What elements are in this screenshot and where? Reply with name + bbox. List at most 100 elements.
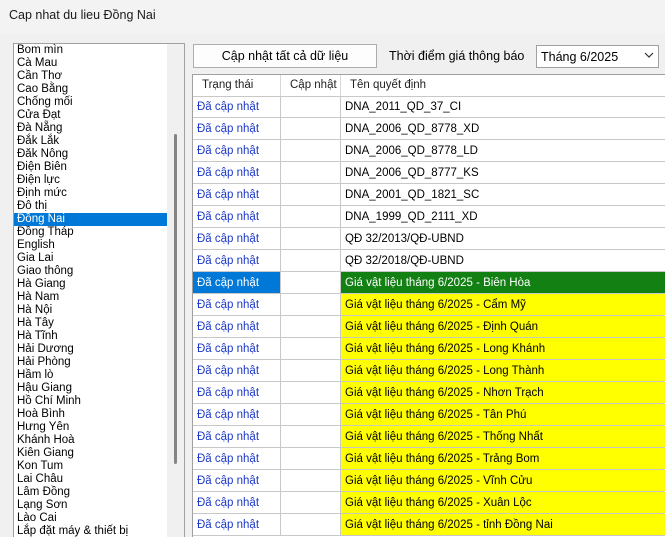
province-list-item[interactable]: Giao thông bbox=[14, 265, 167, 278]
province-list-item[interactable]: Đắk Lắk bbox=[14, 135, 167, 148]
province-list-item[interactable]: Đồng Nai bbox=[14, 213, 167, 226]
decision-cell[interactable]: DNA_2006_QD_8777_KS bbox=[341, 162, 665, 184]
province-list-item[interactable]: Hà Giang bbox=[14, 278, 167, 291]
decision-cell[interactable]: QĐ 32/2013/QĐ-UBND bbox=[341, 228, 665, 250]
decision-cell[interactable]: Giá vật liệu tháng 6/2025 - Long Thành bbox=[341, 360, 665, 382]
status-cell[interactable]: Đã cập nhật bbox=[193, 426, 281, 448]
table-row[interactable]: Đã cập nhật Giá vật liệu tháng 6/2025 - N… bbox=[193, 382, 665, 404]
status-cell[interactable]: Đã cập nhật bbox=[193, 294, 281, 316]
table-row[interactable]: Đã cập nhật DNA_1999_QD_2111_XD bbox=[193, 206, 665, 228]
update-cell[interactable] bbox=[281, 250, 341, 272]
decision-cell[interactable]: Giá vật liệu tháng 6/2025 - Long Khánh bbox=[341, 338, 665, 360]
province-list-item[interactable]: Bom mìn bbox=[14, 44, 167, 57]
column-header-decision[interactable]: Tên quyết định bbox=[341, 75, 665, 96]
decision-cell[interactable]: Giá vật liệu tháng 6/2025 - Tân Phú bbox=[341, 404, 665, 426]
table-row[interactable]: Đã cập nhật Giá vật liệu tháng 6/2025 - V… bbox=[193, 470, 665, 492]
province-list[interactable]: Bom mìn Cà Mau Cần Thơ Cao Bằng Chống mối Cửa… bbox=[13, 43, 185, 537]
update-cell[interactable] bbox=[281, 294, 341, 316]
province-list-item[interactable]: Hải Dương bbox=[14, 343, 167, 356]
table-row[interactable]: Đã cập nhật QĐ 32/2013/QĐ-UBND bbox=[193, 228, 665, 250]
province-list-item[interactable]: Hưng Yên bbox=[14, 421, 167, 434]
update-cell[interactable] bbox=[281, 316, 341, 338]
update-cell[interactable] bbox=[281, 426, 341, 448]
table-row[interactable]: Đã cập nhật Giá vật liệu tháng 6/2025 - L… bbox=[193, 338, 665, 360]
province-list-item[interactable]: Hải Phòng bbox=[14, 356, 167, 369]
province-list-item[interactable]: Cà Mau bbox=[14, 57, 167, 70]
table-row[interactable]: Đã cập nhật Giá vật liệu tháng 6/2025 - B… bbox=[193, 272, 665, 294]
update-cell[interactable] bbox=[281, 140, 341, 162]
status-cell[interactable]: Đã cập nhật bbox=[193, 184, 281, 206]
update-cell[interactable] bbox=[281, 470, 341, 492]
update-cell[interactable] bbox=[281, 338, 341, 360]
table-row[interactable]: Đã cập nhật Giá vật liệu tháng 6/2025 - X… bbox=[193, 492, 665, 514]
decision-cell[interactable]: Giá vật liệu tháng 6/2025 - Trảng Bom bbox=[341, 448, 665, 470]
province-list-item[interactable]: Kiên Giang bbox=[14, 447, 167, 460]
table-row[interactable]: Đã cập nhật Giá vật liệu tháng 6/2025 - L… bbox=[193, 360, 665, 382]
column-header-update[interactable]: Cập nhật bbox=[281, 75, 341, 96]
province-list-item[interactable]: Hoà Bình bbox=[14, 408, 167, 421]
table-row[interactable]: Đã cập nhật Giá vật liệu tháng 6/2025 - T… bbox=[193, 426, 665, 448]
province-list-item[interactable]: Chống mối bbox=[14, 96, 167, 109]
status-cell[interactable]: Đã cập nhật bbox=[193, 96, 281, 118]
update-cell[interactable] bbox=[281, 118, 341, 140]
table-row[interactable]: Đã cập nhật DNA_2011_QD_37_CI bbox=[193, 96, 665, 118]
province-list-item[interactable]: Đà Nẵng bbox=[14, 122, 167, 135]
province-list-item[interactable]: Hậu Giang bbox=[14, 382, 167, 395]
update-all-button[interactable]: Cập nhật tất cả dữ liệu bbox=[193, 44, 377, 68]
province-list-item[interactable]: Điện lực bbox=[14, 174, 167, 187]
decision-cell[interactable]: DNA_2001_QD_1821_SC bbox=[341, 184, 665, 206]
status-cell[interactable]: Đã cập nhật bbox=[193, 382, 281, 404]
province-list-item[interactable]: Cần Thơ bbox=[14, 70, 167, 83]
update-cell[interactable] bbox=[281, 228, 341, 250]
table-row[interactable]: Đã cập nhật DNA_2006_QD_8777_KS bbox=[193, 162, 665, 184]
table-row[interactable]: Đã cập nhật DNA_2006_QD_8778_LD bbox=[193, 140, 665, 162]
table-row[interactable]: Đã cập nhật Giá vật liệu tháng 6/2025 - t… bbox=[193, 514, 665, 536]
status-cell[interactable]: Đã cập nhật bbox=[193, 360, 281, 382]
status-cell[interactable]: Đã cập nhật bbox=[193, 272, 281, 294]
province-list-item[interactable]: Hà Tây bbox=[14, 317, 167, 330]
update-cell[interactable] bbox=[281, 514, 341, 536]
province-list-item[interactable]: Đô thị bbox=[14, 200, 167, 213]
status-cell[interactable]: Đã cập nhật bbox=[193, 316, 281, 338]
province-list-item[interactable]: Cửa Đạt bbox=[14, 109, 167, 122]
status-cell[interactable]: Đã cập nhật bbox=[193, 514, 281, 536]
decision-cell[interactable]: Giá vật liệu tháng 6/2025 - Xuân Lộc bbox=[341, 492, 665, 514]
province-list-item[interactable]: Hà Tĩnh bbox=[14, 330, 167, 343]
update-cell[interactable] bbox=[281, 162, 341, 184]
status-cell[interactable]: Đã cập nhật bbox=[193, 338, 281, 360]
province-list-item[interactable]: Lâm Đồng bbox=[14, 486, 167, 499]
status-cell[interactable]: Đã cập nhật bbox=[193, 470, 281, 492]
province-list-item[interactable]: Định mức bbox=[14, 187, 167, 200]
decision-grid[interactable]: Trạng thái Cập nhật Tên quyết định Đã cậ… bbox=[192, 74, 665, 537]
status-cell[interactable]: Đã cập nhật bbox=[193, 162, 281, 184]
decision-cell[interactable]: Giá vật liệu tháng 6/2025 - Cẩm Mỹ bbox=[341, 294, 665, 316]
province-list-item[interactable]: Hà Nội bbox=[14, 304, 167, 317]
province-list-item[interactable]: Khánh Hoà bbox=[14, 434, 167, 447]
decision-cell[interactable]: QĐ 32/2018/QĐ-UBND bbox=[341, 250, 665, 272]
province-list-item[interactable]: Đồng Tháp bbox=[14, 226, 167, 239]
table-row[interactable]: Đã cập nhật QĐ 32/2018/QĐ-UBND bbox=[193, 250, 665, 272]
status-cell[interactable]: Đã cập nhật bbox=[193, 404, 281, 426]
update-cell[interactable] bbox=[281, 272, 341, 294]
province-list-scrollbar[interactable] bbox=[167, 44, 184, 537]
update-cell[interactable] bbox=[281, 492, 341, 514]
province-list-item[interactable]: Hồ Chí Minh bbox=[14, 395, 167, 408]
province-list-item[interactable]: Kon Tum bbox=[14, 460, 167, 473]
status-cell[interactable]: Đã cập nhật bbox=[193, 228, 281, 250]
table-row[interactable]: Đã cập nhật Giá vật liệu tháng 6/2025 - C… bbox=[193, 294, 665, 316]
province-list-item[interactable]: Lai Châu bbox=[14, 473, 167, 486]
update-cell[interactable] bbox=[281, 448, 341, 470]
table-row[interactable]: Đã cập nhật DNA_2006_QD_8778_XD bbox=[193, 118, 665, 140]
decision-cell[interactable]: DNA_2006_QD_8778_LD bbox=[341, 140, 665, 162]
update-cell[interactable] bbox=[281, 382, 341, 404]
decision-cell[interactable]: Giá vật liệu tháng 6/2025 - Định Quán bbox=[341, 316, 665, 338]
province-list-item[interactable]: Lắp đặt máy & thiết bị bbox=[14, 525, 167, 537]
table-row[interactable]: Đã cập nhật DNA_2001_QD_1821_SC bbox=[193, 184, 665, 206]
table-row[interactable]: Đã cập nhật Giá vật liệu tháng 6/2025 - T… bbox=[193, 448, 665, 470]
status-cell[interactable]: Đã cập nhật bbox=[193, 250, 281, 272]
province-list-item[interactable]: Đăk Nông bbox=[14, 148, 167, 161]
update-cell[interactable] bbox=[281, 360, 341, 382]
decision-cell[interactable]: DNA_1999_QD_2111_XD bbox=[341, 206, 665, 228]
province-list-item[interactable]: Hầm lò bbox=[14, 369, 167, 382]
status-cell[interactable]: Đã cập nhật bbox=[193, 140, 281, 162]
